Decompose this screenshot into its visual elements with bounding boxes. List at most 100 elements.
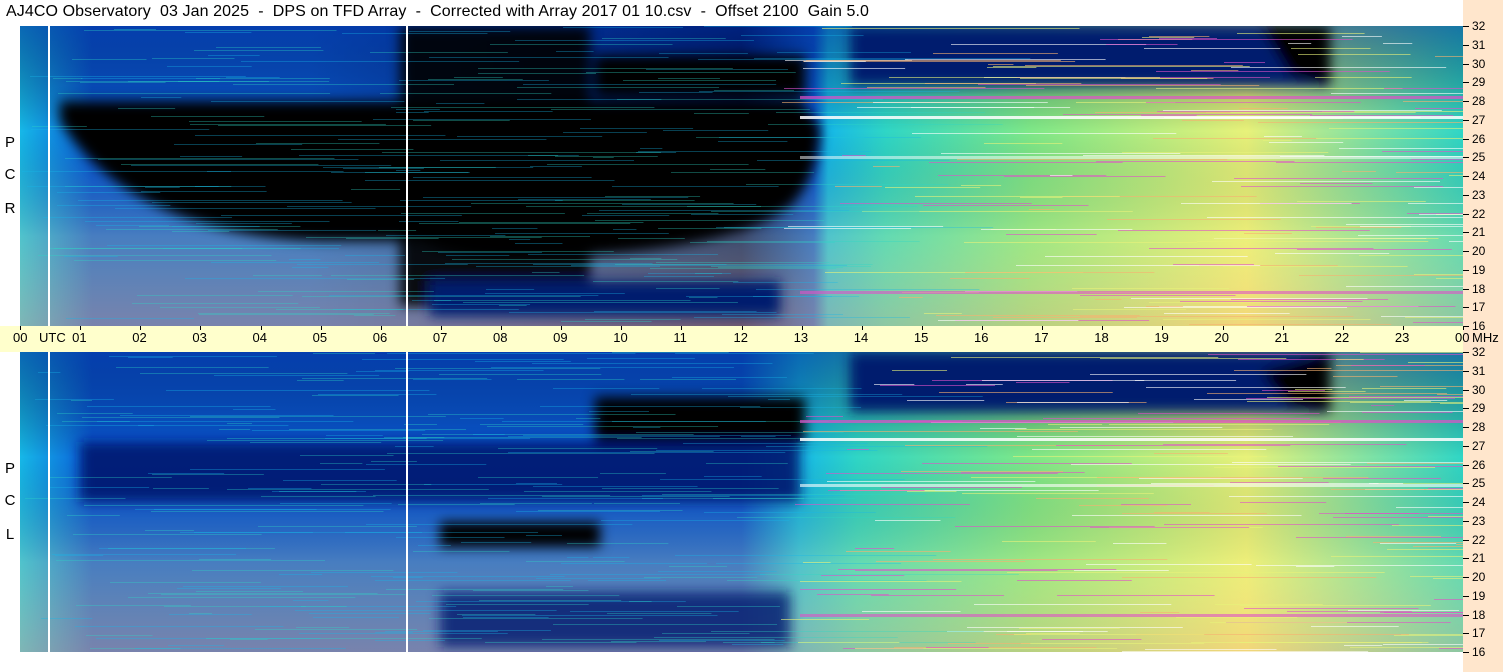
lcp-freq-tick-17 [1463, 633, 1469, 634]
lcp-label-gutter: P C L [0, 352, 20, 652]
rcp-spectrogram [20, 26, 1463, 326]
time-tick-label-16: 16 [974, 330, 989, 345]
rcp-freq-tick-30 [1463, 64, 1469, 65]
rcp-freq-tick-25 [1463, 157, 1469, 158]
rcp-freq-tick-17 [1463, 307, 1469, 308]
lcp-freq-tick-20 [1463, 577, 1469, 578]
lcp-freq-tick-23 [1463, 521, 1469, 522]
rcp-freq-label-31: 31 [1472, 38, 1486, 52]
time-tick-label-0: 00 [13, 330, 28, 345]
title-bar: AJ4CO Observatory 03 Jan 2025 - DPS on T… [0, 0, 1463, 26]
rcp-freq-label-22: 22 [1472, 207, 1486, 221]
time-tick-11 [681, 326, 683, 330]
time-tick-label-9: 09 [553, 330, 568, 345]
time-tick-label-23: 23 [1394, 330, 1410, 345]
lcp-freq-label-30: 30 [1472, 383, 1486, 397]
lcp-label-p: L [5, 526, 15, 543]
lcp-freq-label-25: 25 [1472, 476, 1486, 490]
rcp-label-gutter: P C R [0, 26, 20, 326]
rcp-freq-tick-16 [1463, 326, 1469, 327]
time-tick-14 [861, 326, 863, 330]
lcp-freq-label-20: 20 [1472, 570, 1486, 584]
lcp-freq-tick-16 [1463, 652, 1469, 653]
lcp-freq-tick-28 [1463, 427, 1469, 428]
lcp-freq-tick-24 [1463, 502, 1469, 503]
time-tick-label-15: 15 [913, 330, 929, 345]
rcp-heatmap-svg [20, 26, 1463, 326]
time-tick-label-2: 02 [132, 330, 147, 345]
time-tick-label-10: 10 [613, 330, 628, 345]
lcp-freq-label-16: 16 [1472, 645, 1486, 659]
time-tick-label-4: 04 [252, 330, 267, 345]
rcp-freq-label-27: 27 [1472, 113, 1486, 127]
rcp-freq-label-29: 29 [1472, 75, 1486, 89]
time-tick-9 [561, 326, 563, 330]
rcp-freq-label-30: 30 [1472, 57, 1486, 71]
lcp-freq-tick-25 [1463, 483, 1469, 484]
lcp-freq-label-31: 31 [1472, 364, 1486, 378]
rcp-freq-label-20: 20 [1472, 244, 1486, 258]
time-tick-label-6: 06 [372, 330, 388, 345]
time-tick-label-14: 14 [853, 330, 869, 345]
lcp-freq-tick-31 [1463, 371, 1469, 372]
time-tick-label-24: 00 [1455, 330, 1470, 345]
time-tick-label-7: 07 [432, 330, 448, 345]
time-tick-label-12: 12 [733, 330, 748, 345]
time-tick-label-8: 08 [493, 330, 508, 345]
time-tick-1 [80, 326, 82, 330]
chart-title: AJ4CO Observatory 03 Jan 2025 - DPS on T… [6, 3, 870, 20]
time-tick-5 [320, 326, 322, 330]
rcp-freq-tick-24 [1463, 176, 1469, 177]
time-tick-7 [440, 326, 442, 330]
rcp-freq-tick-23 [1463, 195, 1469, 196]
time-tick-12 [741, 326, 743, 330]
time-tick-label-5: 05 [312, 330, 328, 345]
time-tick-22 [1342, 326, 1344, 330]
lcp-freq-tick-27 [1463, 446, 1469, 447]
lcp-freq-tick-30 [1463, 390, 1469, 391]
lcp-freq-label-32: 32 [1472, 345, 1486, 359]
rcp-freq-label-21: 21 [1472, 225, 1486, 239]
time-tick-6 [380, 326, 382, 330]
lcp-freq-label-23: 23 [1472, 514, 1486, 528]
lcp-freq-tick-32 [1463, 352, 1469, 353]
lcp-freq-tick-21 [1463, 558, 1469, 559]
utc-label: UTC [39, 330, 66, 345]
rcp-marker-line-2 [406, 26, 408, 326]
time-tick-4 [260, 326, 262, 330]
time-tick-label-19: 19 [1154, 330, 1169, 345]
time-tick-16 [982, 326, 983, 330]
time-tick-10 [621, 326, 623, 330]
time-tick-label-1: 01 [72, 330, 87, 345]
lcp-label-c: C [4, 492, 16, 509]
lcp-spectrogram [20, 352, 1463, 652]
time-tick-label-3: 03 [192, 330, 207, 345]
rcp-label-c: C [4, 166, 16, 183]
lcp-freq-label-22: 22 [1472, 533, 1486, 547]
lcp-freq-label-28: 28 [1472, 420, 1486, 434]
time-tick-2 [140, 326, 142, 330]
rcp-freq-label-24: 24 [1472, 169, 1486, 183]
rcp-marker-line-1 [48, 26, 50, 326]
lcp-freq-tick-29 [1463, 408, 1469, 409]
lcp-freq-label-26: 26 [1472, 458, 1486, 472]
rcp-freq-tick-29 [1463, 82, 1469, 83]
time-tick-21 [1282, 326, 1284, 330]
time-tick-17 [1042, 326, 1044, 330]
lcp-heatmap-svg [20, 352, 1463, 652]
mhz-unit-label: MHz [1472, 330, 1499, 345]
time-tick-15 [921, 326, 923, 330]
rcp-freq-tick-32 [1463, 26, 1469, 27]
rcp-freq-label-25: 25 [1472, 150, 1486, 164]
time-tick-label-21: 21 [1274, 330, 1290, 345]
rcp-freq-label-28: 28 [1472, 94, 1486, 108]
rcp-freq-tick-21 [1463, 232, 1469, 233]
time-tick-label-18: 18 [1094, 330, 1109, 345]
lcp-freq-label-19: 19 [1472, 589, 1486, 603]
lcp-freq-label-29: 29 [1472, 401, 1486, 415]
rcp-freq-tick-19 [1463, 270, 1469, 271]
time-tick-label-13: 13 [793, 330, 809, 345]
time-tick-8 [501, 326, 502, 330]
rcp-freq-label-18: 18 [1472, 282, 1486, 296]
time-tick-label-17: 17 [1034, 330, 1049, 345]
